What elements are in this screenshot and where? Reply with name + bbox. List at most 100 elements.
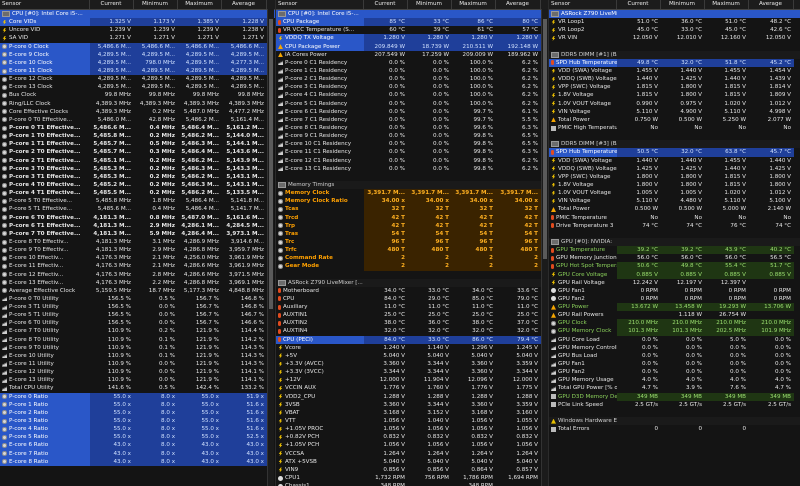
sensor-row[interactable]: Trp 42 T 42 T 42 T 42 T	[276, 221, 548, 230]
sensor-row[interactable]: VDD (SWA) Voltage 1.440 V 1.440 V 1.455 V 1.…	[549, 157, 800, 165]
sensor-row[interactable]: PMIC High Temperature No No No No	[549, 124, 800, 132]
sensor-row[interactable]: P-core 2 Ratio 55.0 x 8.0 x 55.0 x 51.6 x	[0, 408, 275, 418]
sensor-row[interactable]: SA VID 1.271 V 1.271 V 1.271 V 1.271 V	[0, 34, 275, 42]
header-minimum[interactable]: Minimum	[661, 0, 705, 9]
sensor-row[interactable]: P-core 1 C1 Residency 0.0 % 0.0 % 100.0 % 6.…	[276, 67, 548, 75]
sensor-row[interactable]: E-core 12 Utility 110.9 % 0.0 % 121.9 % 114.…	[0, 368, 275, 376]
sensor-row[interactable]: P-core 3 T0 Effective... 5,485.3 M... 0.2 …	[0, 165, 275, 173]
sensor-row[interactable]: P-core 5 T1 Effective... 5,485.6 M... 0.4 …	[0, 205, 275, 213]
sensor-row[interactable]: E-core 11 Utility 110.9 % 0.0 % 121.9 % 114.…	[0, 360, 275, 368]
sensor-row[interactable]: GPU Fan1 0.0 % 0.0 % 0.0 % 0.0 %	[549, 360, 800, 368]
sensor-row[interactable]: E-core 12 Clock 4,289.5 M... 4,289.5 M... 4…	[0, 75, 275, 83]
panel-1-scrollbar[interactable]	[267, 9, 274, 486]
sensor-row[interactable]: GPU Power 13.672 W 13.458 W 19.293 W 13.706 …	[549, 303, 800, 312]
sensor-row[interactable]: P-core 3 Ratio 55.0 x 8.0 x 55.0 x 51.6 x	[0, 417, 275, 426]
sensor-row[interactable]	[549, 230, 800, 238]
sensor-row[interactable]: E-core 8 C1 Residency 0.0 % 0.0 % 99.6 % 6.3…	[276, 124, 548, 132]
sensor-row[interactable]: VR Loop1 51.0 °C 36.0 °C 51.0 °C 48.2 °C	[549, 18, 800, 26]
sensor-row[interactable]: P-core 5 Ratio 55.0 x 8.0 x 55.0 x 52.5 x	[0, 433, 275, 442]
sensor-row[interactable]: GPU D3D Memory Dedicated349 MB349 MB349 …	[549, 392, 800, 401]
sensor-row[interactable]: E-core 13 Utility 110.9 % 0.0 % 121.9 % 114.…	[0, 376, 275, 384]
sensor-row[interactable]: GPU Memory Controller L... 0.0 % 0.0 % 0.0 …	[549, 344, 800, 352]
sensor-row[interactable]: P-core 5 C1 Residency 0.0 % 0.0 % 100.0 % 6.…	[276, 100, 548, 108]
sensor-row[interactable]: Chassis1 348 RPM 348 RPM	[276, 482, 548, 486]
sensor-row[interactable]: Trfc 480 T 480 T 480 T 480 T	[276, 246, 548, 255]
sensor-row[interactable]: Memory Clock Ratio 34.00 x 34.00 x 34.00 x3…	[276, 197, 548, 206]
sensor-row[interactable]: 3VSB 3.360 V 3.344 V 3.360 V 3.359 V	[276, 401, 548, 409]
sensor-row[interactable]: P-core 2 T0 Effective... 5,485.7 M... 0.3 …	[0, 148, 275, 156]
sensor-row[interactable]: VR VCC Temperature (S... 60 °C 39 °C 61 °C 5…	[276, 26, 548, 34]
sensor-row[interactable]: Total Errors 0 0 0	[549, 425, 800, 433]
sensor-row[interactable]: E-core 13 Clock 4,289.5 M... 4,289.5 M... 4…	[0, 83, 275, 91]
sensor-row[interactable]: +3.3V (3VCC) 3.344 V 3.344 V 3.360 V 3.344 V	[276, 368, 548, 376]
sensor-row[interactable]: VDDQ (SWB) Voltage 1.440 V 1.425 V 1.440 V 1…	[549, 75, 800, 83]
sensor-row[interactable]	[549, 132, 800, 140]
header-average[interactable]: Average	[222, 0, 267, 9]
sensor-row[interactable]	[276, 271, 548, 279]
sensor-row[interactable]: +0.82V PCH 0.832 V 0.832 V 0.832 V 0.832 V	[276, 433, 548, 441]
sensor-row[interactable]: VCCIN AUX 1.776 V 1.760 V 1.776 V 1.775 V	[276, 384, 548, 392]
sensor-row[interactable]: AUXTIN2 38.0 °C 36.0 °C 38.0 °C 37.0 °C	[276, 319, 548, 327]
sensor-row[interactable]: E-core 13 Effectiv... 4,176.3 MHz 2.2 MHz 4…	[0, 279, 275, 287]
header-sensor[interactable]: Sensor	[549, 0, 617, 9]
sensor-row[interactable]: +12V 12.000 V 11.904 V 12.096 V 12.000 V	[276, 376, 548, 384]
header-average[interactable]: Average	[496, 0, 541, 9]
sensor-row[interactable]: E-core 9 T0 Utility 110.9 % 0.1 % 121.9 % 11…	[0, 344, 275, 352]
header-maximum[interactable]: Maximum	[452, 0, 496, 9]
sensor-row[interactable]: GPU Hot Spot Temperat...50.6 °C49.8 °C55…	[549, 262, 800, 271]
sensor-row[interactable]: E-core 8 Ratio 43.0 x 8.0 x 43.0 x 43.0 x	[0, 457, 275, 466]
sensor-row[interactable]: 1.8V Voltage 1.800 V 1.800 V 1.815 V 1.800 V	[549, 181, 800, 189]
sensor-row[interactable]: ATX +5VSB 5.040 V 5.040 V 5.040 V 5.040 V	[276, 458, 548, 466]
panel-2-scrollbar[interactable]	[541, 9, 548, 486]
sensor-row[interactable]: AUXTIN1 25.0 °C 25.0 °C 25.0 °C 25.0 °C	[276, 311, 548, 319]
sensor-row[interactable]: +1.05V PROC 1.056 V 1.056 V 1.056 V 1.056 V	[276, 425, 548, 433]
sensor-row[interactable]: VTT 1.056 V 1.040 V 1.056 V 1.055 V	[276, 417, 548, 425]
sensor-row[interactable]: GPU Fan2 0.0 % 0.0 % 0.0 % 0.0 %	[549, 368, 800, 376]
sensor-row[interactable]: CPU1 1,732 RPM 756 RPM 1,786 RPM 1,694 RPM	[276, 474, 548, 482]
sensor-row[interactable]: P-core 1 T0 Effective... 5,485.8 M... 0.2 …	[0, 132, 275, 140]
sensor-row[interactable]: P-core 1 Ratio 55.0 x 8.0 x 55.0 x 51.6 x	[0, 400, 275, 409]
sensor-row[interactable]: E-core 13 C1 Residency 0.0 % 0.0 % 99.8 % 6.…	[276, 165, 548, 173]
sensor-row[interactable]: GPU Memory Usage 4.0 % 4.0 % 4.0 % 4.0 %	[549, 376, 800, 384]
sensor-row[interactable]: P-core 1 T1 Effective... 5,485.7 M... 0.5 …	[0, 140, 275, 148]
sensor-row[interactable]	[549, 409, 800, 417]
sensor-row[interactable]: E-core 9 Clock 4,289.5 M... 4,289.5 M... 4,…	[0, 50, 275, 59]
sensor-row[interactable]: P-core 6 T1 Effective... 4,181.3 M... 2.9 …	[0, 222, 275, 230]
header-minimum[interactable]: Minimum	[408, 0, 452, 9]
sensor-row[interactable]: E-core 12 Effectiv... 4,176.3 MHz 2.8 MHz 4…	[0, 271, 275, 279]
sensor-row[interactable]: VDDQ (SWB) Voltage 1.425 V 1.425 V 1.440 V 1…	[549, 165, 800, 173]
sensor-row[interactable]: VCCSA 1.264 V 1.264 V 1.264 V 1.264 V	[276, 450, 548, 458]
sensor-row[interactable]: E-core 7 T0 Utility 110.9 % 0.2 % 121.9 % 11…	[0, 327, 275, 335]
sensor-row[interactable]: VPP (SWC) Voltage 1.815 V 1.800 V 1.815 V 1.…	[549, 83, 800, 91]
sensor-row[interactable]	[549, 43, 800, 51]
sensor-row[interactable]: E-core 8 T0 Utility 110.9 % 0.1 % 121.9 % 11…	[0, 336, 275, 344]
sensor-row[interactable]: Command Rate 2 2 2 2	[276, 254, 548, 263]
sensor-row[interactable]: Drive Temperature 3 74 °C 74 °C 76 °C 74 °C	[549, 222, 800, 230]
sensor-row[interactable]: P-core 2 T1 Effective... 5,485.1 M... 0.2 …	[0, 157, 275, 165]
header-current[interactable]: Current	[617, 0, 661, 9]
sensor-row[interactable]: PCIe Link Speed 2.5 GT/s 2.5 GT/s 2.5 GT/s 2…	[549, 401, 800, 409]
sensor-row[interactable]: VIN9 0.856 V 0.856 V 0.864 V 0.857 V	[276, 466, 548, 474]
sensor-row[interactable]: GPU Memory Junction Te... 56.0 °C 56.0 °C 5…	[549, 254, 800, 262]
sensor-row[interactable]: VDDQ TX Voltage 1.280 V 1.280 V 1.280 V 1.28…	[276, 34, 548, 43]
sensor-row[interactable]: GPU Fan1 0 RPM 0 RPM 0 RPM 0 RPM	[549, 287, 800, 295]
header-minimum[interactable]: Minimum	[134, 0, 178, 9]
sensor-row[interactable]: CPU [#0]: Intel Core i5-...	[0, 10, 275, 19]
sensor-row[interactable]: E-core 10 Effectiv... 4,176.3 MHz 2.1 MHz 4…	[0, 254, 275, 262]
panel-1-scroll-thumb[interactable]	[269, 19, 273, 309]
sensor-row[interactable]: E-core 9 C1 Residency 0.0 % 0.0 % 99.8 % 6.5…	[276, 132, 548, 140]
header-current[interactable]: Current	[364, 0, 408, 9]
sensor-row[interactable]: E-core 11 C1 Residency 0.0 % 0.0 % 99.8 % 6.…	[276, 148, 548, 156]
sensor-row[interactable]: P-core 5 T1 Utility 156.5 % 0.0 % 156.7 % 14…	[0, 311, 275, 319]
sensor-row[interactable]: CPU Package 85 °C 33 °C 86 °C 80 °C	[276, 18, 548, 27]
sensor-row[interactable]: Vcore 1.240 V 1.140 V 1.296 V 1.245 V	[276, 344, 548, 352]
header-sensor[interactable]: Sensor	[276, 0, 364, 9]
sensor-row[interactable]: Tcas 32 T 32 T 32 T 32 T	[276, 205, 548, 214]
sensor-row[interactable]: GPU Clock 210.0 MHz 210.0 MHz 210.0 MHz 210.…	[549, 319, 800, 328]
sensor-row[interactable]: Ring/LLC Clock 4,389.3 MHz 4,389.3 MHz 4,38…	[0, 100, 275, 108]
sensor-row[interactable]: CPU [#0]: Intel Core i5-...	[276, 10, 548, 19]
sensor-row[interactable]: VDD2_CPU 1.288 V 1.288 V 1.288 V 1.288 V	[276, 393, 548, 401]
sensor-row[interactable]: VR VIN 12.050 V 12.010 V 12.160 V 12.050 V	[549, 34, 800, 42]
sensor-row[interactable]: P-core 0 T0 Effective... 5,486.0 M... 42.8…	[0, 116, 275, 124]
sensor-row[interactable]: +1.05V PCH 1.056 V 1.056 V 1.056 V 1.056 V	[276, 441, 548, 449]
